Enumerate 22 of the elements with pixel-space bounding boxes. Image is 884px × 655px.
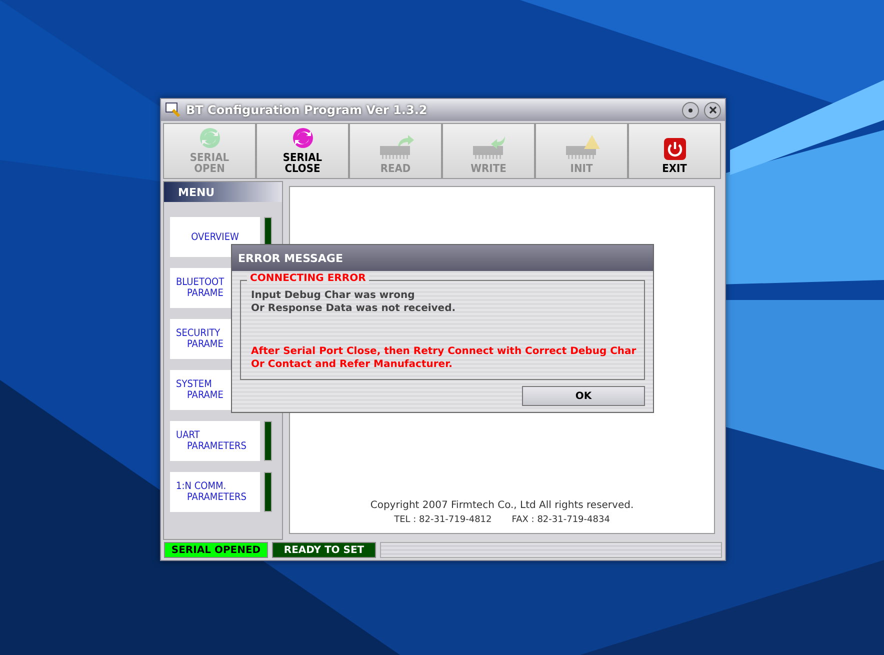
sync-icon xyxy=(198,127,220,149)
sync-icon xyxy=(292,127,314,149)
menu-item[interactable]: 1:N COMM. PARAMETERS xyxy=(170,472,260,512)
status-indicator: READY TO SET xyxy=(272,542,376,558)
status-indicator: SERIAL OPENED xyxy=(164,542,268,558)
menu-header: MENU xyxy=(164,182,282,202)
menu-item[interactable]: UART PARAMETERS xyxy=(170,421,260,461)
power-icon xyxy=(664,138,686,160)
window-title: BT Configuration Program Ver 1.3.2 xyxy=(186,103,428,117)
phone-text: TEL : 82-31-719-4812 xyxy=(394,515,492,525)
dot-icon xyxy=(688,108,693,112)
ok-button[interactable]: OK xyxy=(522,386,645,406)
close-button[interactable] xyxy=(704,102,721,118)
close-icon xyxy=(708,106,716,114)
toolbar-button[interactable]: SERIAL CLOSE xyxy=(256,123,349,179)
dialog-title: ERROR MESSAGE xyxy=(232,245,653,271)
toolbar-button[interactable]: EXIT xyxy=(628,123,721,179)
copyright-text: Copyright 2007 Firmtech Co., Ltd All rights reserved. xyxy=(370,500,634,511)
group-title: CONNECTING ERROR xyxy=(247,273,369,284)
app-icon xyxy=(165,102,181,118)
fax-text: FAX : 82-31-719-4834 xyxy=(512,515,610,525)
minimize-button[interactable] xyxy=(682,102,699,118)
